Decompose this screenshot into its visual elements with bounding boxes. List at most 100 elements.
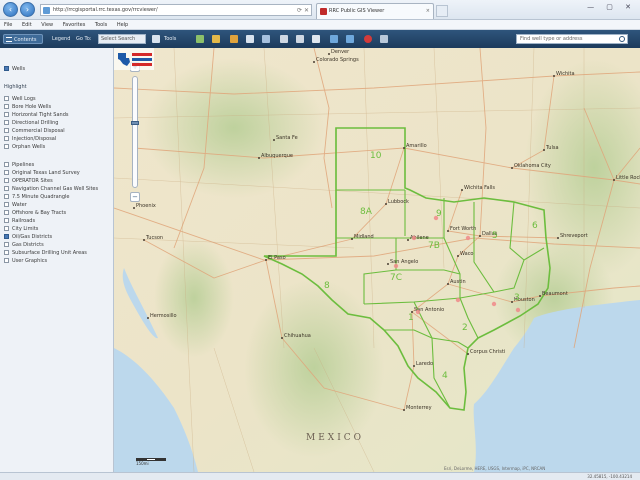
highlight-item-checkbox[interactable]: [4, 144, 9, 149]
data-layer-checkbox[interactable]: [4, 162, 9, 167]
zoom-slider-handle[interactable]: [131, 121, 139, 125]
data-layer-row[interactable]: Navigation Channel Gas Well Sites: [4, 186, 98, 193]
highlight-item-row[interactable]: Injection/Disposal: [4, 136, 56, 143]
data-layer-row[interactable]: Original Texas Land Survey: [4, 170, 80, 177]
well-marker-icon[interactable]: [515, 307, 521, 313]
data-layer-row[interactable]: 7.5 Minute Quadrangle: [4, 194, 69, 201]
zoom-slider[interactable]: [131, 76, 139, 188]
district-label: 1: [408, 313, 414, 323]
full-extent-icon[interactable]: [312, 35, 320, 43]
data-layer-checkbox[interactable]: [4, 194, 9, 199]
data-layer-row[interactable]: City Limits: [4, 226, 38, 233]
search-input[interactable]: Find well type or address: [516, 34, 628, 44]
layers-icon[interactable]: [152, 35, 160, 43]
data-layer-checkbox[interactable]: [4, 226, 9, 231]
help-icon[interactable]: [380, 35, 388, 43]
new-tab-button[interactable]: [436, 5, 448, 17]
menu-bar: File Edit View Favorites Tools Help: [0, 20, 640, 30]
data-layer-checkbox[interactable]: [4, 186, 9, 191]
contents-button[interactable]: Contents: [3, 34, 43, 44]
browser-tab[interactable]: RRC Public GIS Viewer ×: [316, 3, 434, 19]
measure-icon[interactable]: [262, 35, 270, 43]
clear-graphics-icon[interactable]: [364, 35, 372, 43]
print-icon[interactable]: [246, 35, 254, 43]
zoom-previous-icon[interactable]: [280, 35, 288, 43]
highlight-item-row[interactable]: Directional Drilling: [4, 120, 58, 127]
address-bar[interactable]: http://rrcgisportal.rrc.texas.gov/rrcvie…: [40, 4, 312, 16]
window-controls[interactable]: — ▢ ✕: [587, 3, 636, 11]
basemap-canvas[interactable]: Colorado Springs Wichita Denver Amarillo Okl…: [114, 48, 640, 472]
forward-icon[interactable]: ›: [20, 2, 35, 17]
well-marker-icon[interactable]: [455, 297, 461, 303]
menu-help[interactable]: Help: [113, 20, 132, 30]
map-view[interactable]: Colorado Springs Wichita Denver Amarillo Okl…: [114, 48, 640, 472]
data-layer-label: Water: [12, 202, 27, 208]
data-layer-checkbox[interactable]: [4, 218, 9, 223]
highlight-item-row[interactable]: Bore Hole Wells: [4, 104, 51, 111]
data-layer-label: Subsurface Drilling Unit Areas: [12, 250, 87, 256]
refresh-icon[interactable]: ⟳ ✕: [297, 5, 309, 15]
highlight-item-row[interactable]: Commercial Disposal: [4, 128, 65, 135]
well-marker-icon[interactable]: [465, 235, 471, 241]
highlight-item-checkbox[interactable]: [4, 136, 9, 141]
menu-edit[interactable]: Edit: [18, 20, 36, 30]
layer-wells-checkbox[interactable]: [4, 66, 9, 71]
data-layer-row[interactable]: User Graphics: [4, 258, 47, 265]
legend-button[interactable]: Legend: [52, 34, 70, 44]
data-layer-checkbox[interactable]: [4, 234, 9, 239]
zoom-out-icon[interactable]: [346, 35, 354, 43]
close-tab-icon[interactable]: ×: [426, 4, 430, 19]
folder-icon[interactable]: [230, 35, 238, 43]
data-layer-row[interactable]: Offshore & Bay Tracts: [4, 210, 66, 217]
menu-tools[interactable]: Tools: [91, 20, 111, 30]
city-dot: [553, 75, 555, 77]
menu-view[interactable]: View: [37, 20, 57, 30]
highlight-item-checkbox[interactable]: [4, 104, 9, 109]
data-layer-row[interactable]: Gas Districts: [4, 242, 44, 249]
menu-file[interactable]: File: [0, 20, 16, 30]
district-label: 10: [370, 151, 382, 161]
identify-icon[interactable]: [212, 35, 220, 43]
zoom-in-icon[interactable]: [330, 35, 338, 43]
select-search-dropdown[interactable]: Select Search: [98, 34, 146, 44]
data-layer-row[interactable]: OPERATOR Sites: [4, 178, 53, 185]
back-icon[interactable]: ‹: [3, 2, 18, 17]
highlight-item-checkbox[interactable]: [4, 96, 9, 101]
data-layer-checkbox[interactable]: [4, 258, 9, 263]
highlight-item-row[interactable]: Horizontal Tight Sands: [4, 112, 69, 119]
tools-menu[interactable]: Tools: [164, 34, 176, 44]
data-layer-checkbox[interactable]: [4, 250, 9, 255]
city-label: Fort Worth: [450, 226, 476, 232]
city-dot: [351, 238, 353, 240]
well-marker-icon[interactable]: [415, 309, 421, 315]
data-layer-checkbox[interactable]: [4, 242, 9, 247]
zoom-out-button[interactable]: −: [130, 192, 140, 202]
data-layer-checkbox[interactable]: [4, 170, 9, 175]
data-layer-row[interactable]: Subsurface Drilling Unit Areas: [4, 250, 87, 257]
well-marker-icon[interactable]: [411, 235, 417, 241]
well-marker-icon[interactable]: [393, 263, 399, 269]
data-layer-row[interactable]: Railroads: [4, 218, 35, 225]
menu-favorites[interactable]: Favorites: [59, 20, 90, 30]
search-icon[interactable]: [619, 36, 625, 42]
highlight-item-checkbox[interactable]: [4, 128, 9, 133]
district-label: 8: [324, 281, 330, 291]
data-layer-row[interactable]: Water: [4, 202, 27, 209]
data-layer-checkbox[interactable]: [4, 178, 9, 183]
well-marker-icon[interactable]: [491, 301, 497, 307]
data-layer-row[interactable]: Pipelines: [4, 162, 34, 169]
data-layer-label: OPERATOR Sites: [12, 178, 53, 184]
data-layer-checkbox[interactable]: [4, 210, 9, 215]
zoom-next-icon[interactable]: [296, 35, 304, 43]
basemap-icon[interactable]: [196, 35, 204, 43]
data-layer-checkbox[interactable]: [4, 202, 9, 207]
district-label: 2: [462, 323, 468, 333]
highlight-item-row[interactable]: Well Logs: [4, 96, 36, 103]
highlight-item-checkbox[interactable]: [4, 120, 9, 125]
well-marker-icon[interactable]: [433, 215, 439, 221]
highlight-item-row[interactable]: Orphan Wells: [4, 144, 45, 151]
highlight-item-checkbox[interactable]: [4, 112, 9, 117]
layer-wells-row[interactable]: Wells: [4, 66, 25, 73]
data-layer-row[interactable]: Oil/Gas Districts: [4, 234, 52, 241]
highlight-item-label: Commercial Disposal: [12, 128, 65, 134]
